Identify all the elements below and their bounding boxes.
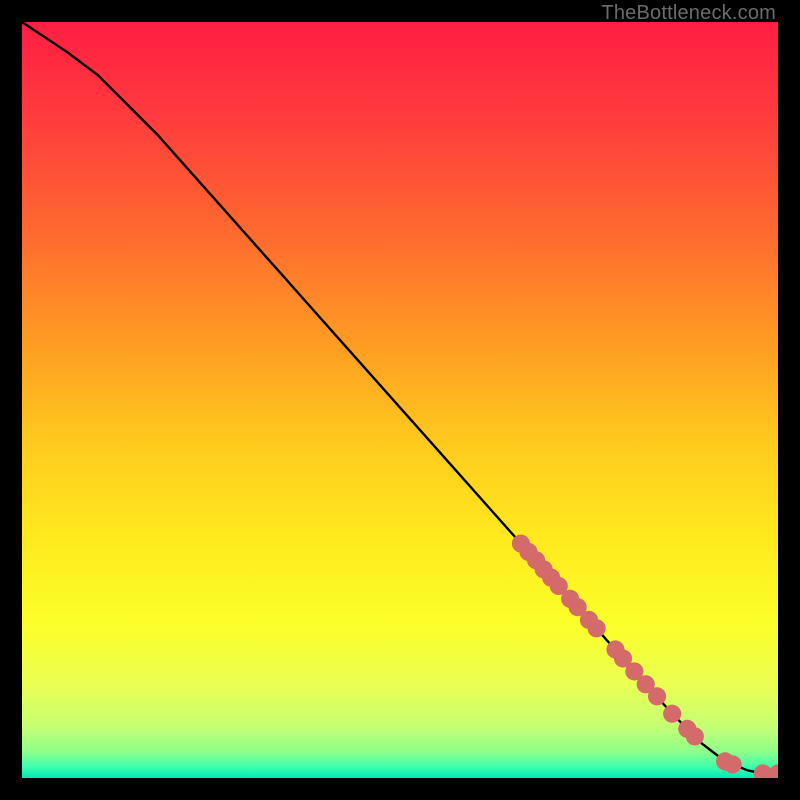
gradient-background	[22, 22, 778, 778]
marker-point	[587, 619, 605, 637]
marker-point	[663, 705, 681, 723]
chart-frame	[22, 22, 778, 778]
marker-point	[686, 727, 704, 745]
marker-point	[724, 755, 742, 773]
bottleneck-chart	[22, 22, 778, 778]
marker-point	[648, 687, 666, 705]
